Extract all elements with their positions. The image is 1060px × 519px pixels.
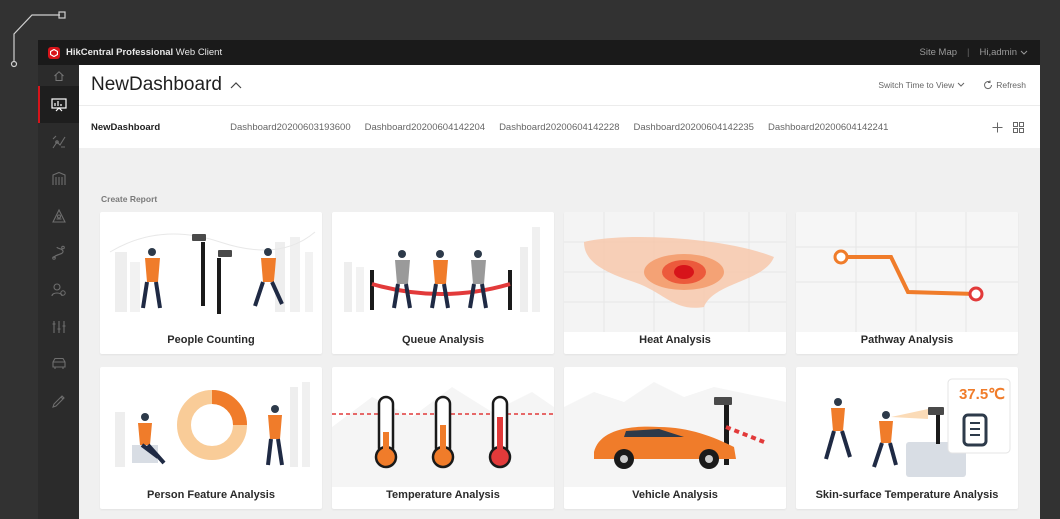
sidebar-item-dashboard[interactable] bbox=[38, 86, 79, 123]
person-feature-illustration bbox=[115, 382, 310, 467]
sidebar-item-access-control[interactable] bbox=[38, 160, 79, 197]
home-icon bbox=[53, 70, 64, 81]
tab-dashboard[interactable]: Dashboard20200604142228 bbox=[499, 122, 619, 133]
heat-analysis-card[interactable]: Heat Analysis bbox=[564, 212, 786, 354]
alarm-icon bbox=[51, 208, 66, 223]
sidebar-item-home[interactable] bbox=[38, 65, 79, 86]
dashboard-tabs: NewDashboard Dashboard20200603193600 Das… bbox=[79, 106, 1040, 148]
chevron-down-icon bbox=[1020, 50, 1028, 55]
card-label: Queue Analysis bbox=[401, 334, 485, 346]
grid-view-button[interactable] bbox=[1013, 121, 1024, 133]
tab-newdashboard[interactable]: NewDashboard bbox=[91, 122, 160, 133]
heat-map-illustration bbox=[564, 212, 786, 332]
person-feature-analysis-card[interactable]: Person Feature Analysis bbox=[100, 367, 322, 509]
vehicle-illustration bbox=[564, 382, 786, 487]
queue-analysis-card[interactable]: Queue Analysis bbox=[332, 212, 554, 354]
sidebar-item-maintenance[interactable] bbox=[38, 382, 79, 419]
pathway-icon bbox=[51, 245, 65, 260]
tab-dashboard[interactable]: Dashboard20200604142241 bbox=[768, 122, 888, 133]
sidebar bbox=[38, 65, 79, 519]
thermometers-illustration bbox=[332, 387, 554, 487]
sidebar-item-intelligent-analysis[interactable] bbox=[38, 123, 79, 160]
app-title: HikCentral Professional Web Client bbox=[66, 47, 223, 58]
access-control-icon bbox=[51, 171, 66, 185]
vehicle-analysis-card[interactable]: Vehicle Analysis bbox=[564, 367, 786, 509]
queue-analysis-illustration bbox=[344, 227, 540, 312]
sidebar-item-pathway[interactable] bbox=[38, 234, 79, 271]
skin-surface-temperature-card[interactable]: 37.5℃ Skin-surface Temperature Analysis bbox=[796, 367, 1018, 509]
page-title: NewDashboard bbox=[91, 74, 222, 95]
maintenance-icon bbox=[51, 394, 65, 408]
statistics-icon bbox=[52, 320, 65, 333]
card-label: Heat Analysis bbox=[639, 334, 711, 346]
sidebar-item-statistics[interactable] bbox=[38, 308, 79, 345]
sidebar-item-person[interactable] bbox=[38, 271, 79, 308]
vehicle-icon bbox=[51, 357, 66, 369]
card-label: Skin-surface Temperature Analysis bbox=[815, 489, 999, 501]
temperature-reading: 37.5℃ bbox=[958, 386, 1006, 403]
main-content: NewDashboard Switch Time to View Refresh… bbox=[79, 65, 1040, 519]
chevron-up-icon[interactable] bbox=[230, 81, 242, 89]
dashboard-header: NewDashboard Switch Time to View Refresh bbox=[79, 65, 1040, 106]
sidebar-item-alarm[interactable] bbox=[38, 197, 79, 234]
app-window: HikCentral Professional Web Client Site … bbox=[38, 40, 1040, 519]
switch-time-label: Switch Time to View bbox=[878, 80, 955, 90]
refresh-button[interactable]: Refresh bbox=[983, 80, 1026, 90]
card-label: People Counting bbox=[167, 334, 255, 346]
user-name: Hi,admin bbox=[979, 47, 1018, 58]
add-dashboard-button[interactable] bbox=[992, 122, 1003, 133]
card-label: Vehicle Analysis bbox=[632, 489, 718, 501]
site-map-link[interactable]: Site Map bbox=[920, 47, 958, 58]
temperature-analysis-card[interactable]: Temperature Analysis bbox=[332, 367, 554, 509]
grid-icon bbox=[1013, 121, 1024, 133]
pathway-analysis-card[interactable]: Pathway Analysis bbox=[796, 212, 1018, 354]
title-bar: HikCentral Professional Web Client Site … bbox=[38, 40, 1040, 65]
section-label: Create Report bbox=[101, 194, 158, 204]
person-icon bbox=[50, 282, 66, 296]
pathway-map-illustration bbox=[796, 212, 1018, 332]
people-counting-card[interactable]: People Counting bbox=[100, 212, 322, 354]
tab-dashboard[interactable]: Dashboard20200603193600 bbox=[230, 122, 350, 133]
refresh-label: Refresh bbox=[996, 80, 1026, 90]
tab-dashboard[interactable]: Dashboard20200604142235 bbox=[634, 122, 754, 133]
dashboard-icon bbox=[50, 97, 67, 111]
people-counting-illustration bbox=[109, 231, 316, 314]
sidebar-item-vehicle[interactable] bbox=[38, 345, 79, 382]
card-label: Person Feature Analysis bbox=[147, 489, 275, 501]
hik-logo-icon bbox=[48, 46, 60, 59]
switch-time-dropdown[interactable]: Switch Time to View bbox=[878, 80, 965, 90]
chevron-down-icon bbox=[957, 82, 965, 87]
user-menu[interactable]: Hi,admin bbox=[980, 47, 1029, 58]
card-label: Temperature Analysis bbox=[386, 489, 500, 501]
tab-dashboard[interactable]: Dashboard20200604142204 bbox=[365, 122, 485, 133]
card-label: Pathway Analysis bbox=[860, 334, 954, 346]
intelligent-analysis-icon bbox=[52, 135, 65, 148]
plus-icon bbox=[992, 122, 1003, 132]
separator: | bbox=[967, 47, 970, 58]
refresh-icon bbox=[984, 80, 993, 90]
